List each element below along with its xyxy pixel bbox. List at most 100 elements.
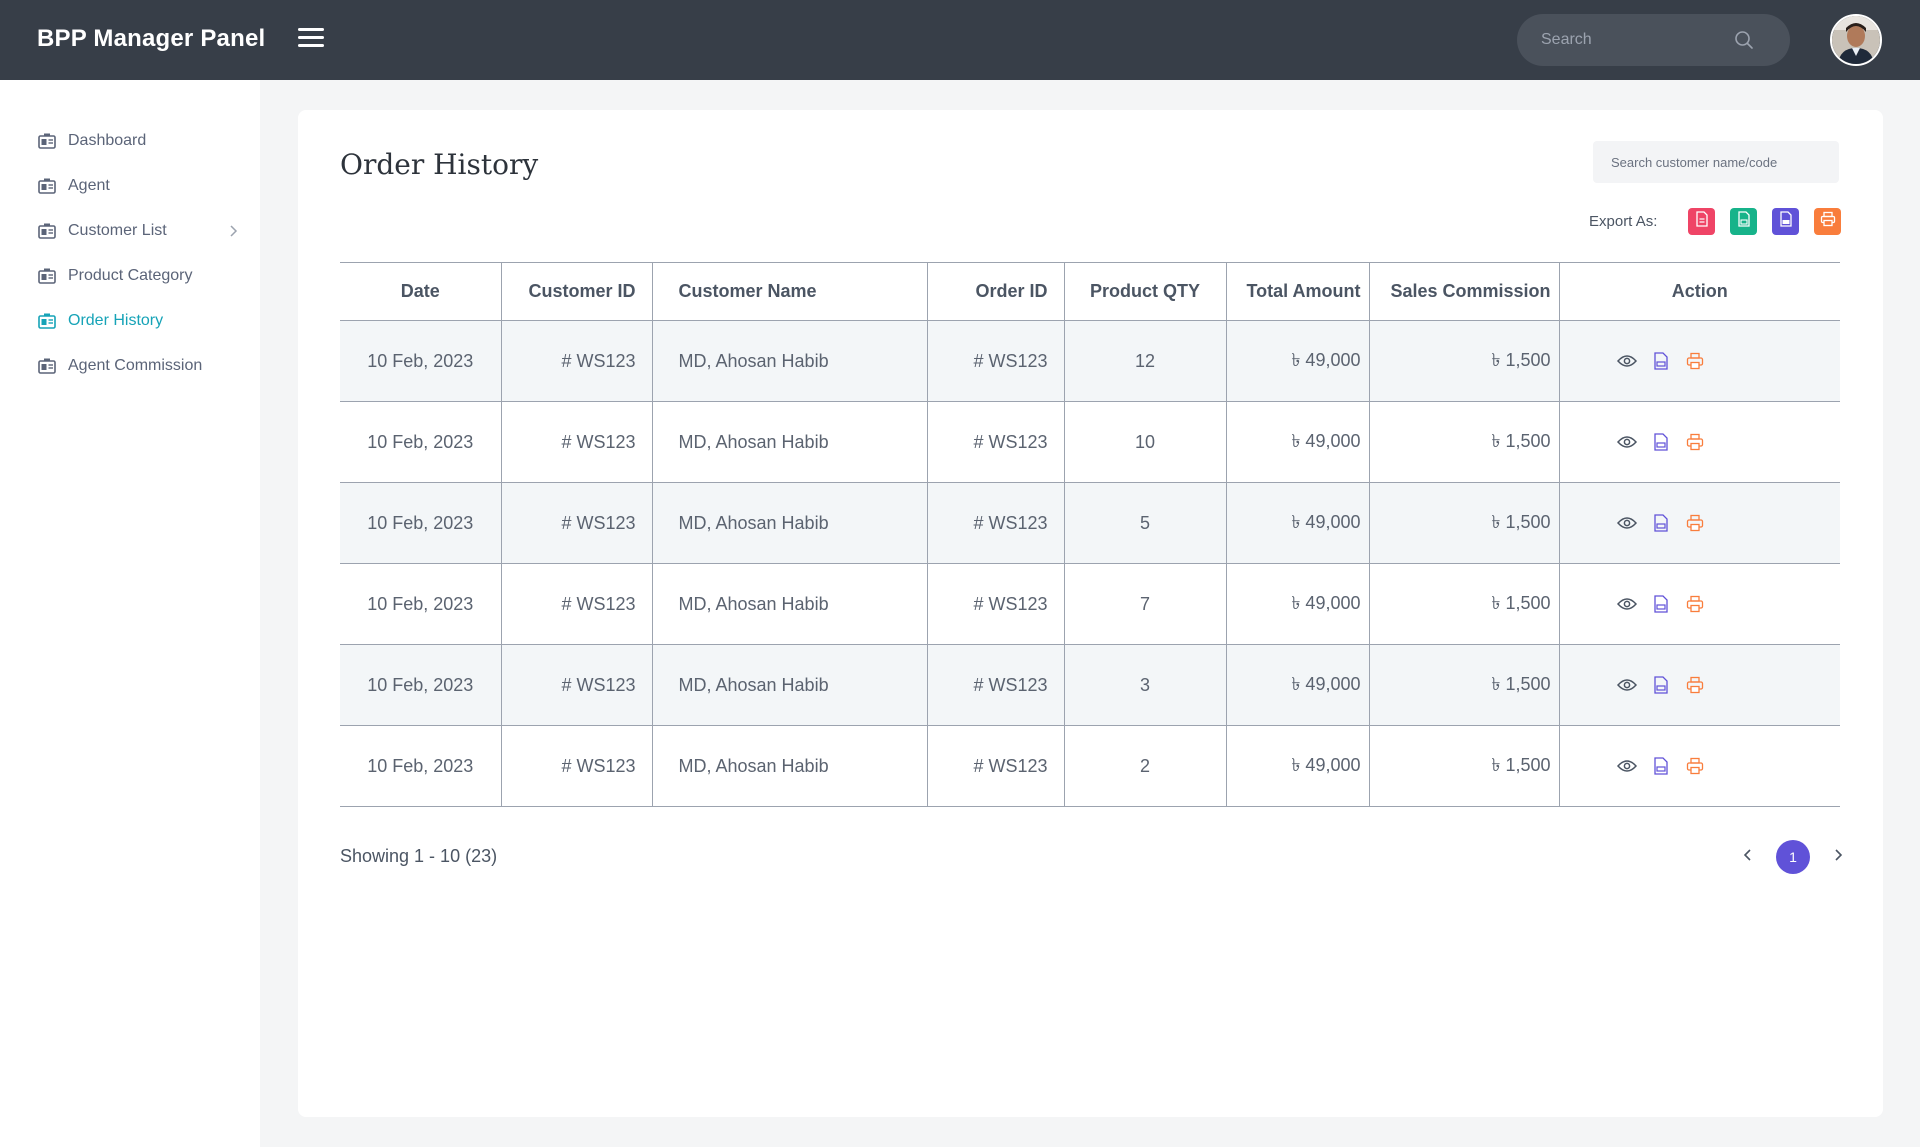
cell-total-amount: ৳ 49,000: [1226, 401, 1370, 483]
cell-customer-id: # WS123: [501, 482, 653, 564]
print-icon[interactable]: [1684, 431, 1706, 453]
order-history-card: Order History Export As: Date: [298, 110, 1883, 1117]
row-actions: [1570, 512, 1831, 534]
page-number-button[interactable]: 1: [1776, 840, 1810, 874]
search-icon[interactable]: [1734, 30, 1754, 55]
print-icon[interactable]: [1684, 350, 1706, 372]
user-avatar[interactable]: [1830, 14, 1882, 66]
cell-order-id: # WS123: [927, 482, 1065, 564]
header-search-input[interactable]: [1541, 31, 1731, 49]
cell-sales-commission: ৳ 1,500: [1369, 320, 1560, 402]
export-bar: Export As:: [1589, 208, 1842, 235]
cell-date: 10 Feb, 2023: [340, 725, 502, 807]
row-actions: [1570, 593, 1831, 615]
invoice-icon[interactable]: [1650, 593, 1672, 615]
header-search: [1517, 14, 1790, 66]
id-card-icon: [38, 313, 56, 329]
customer-search-input[interactable]: [1593, 141, 1839, 183]
view-icon[interactable]: [1616, 512, 1638, 534]
view-icon[interactable]: [1616, 593, 1638, 615]
cell-product-qty: 10: [1064, 401, 1227, 483]
cell-sales-commission: ৳ 1,500: [1369, 563, 1560, 645]
export-pdf-button[interactable]: [1688, 208, 1716, 235]
export-excel-button[interactable]: [1730, 208, 1758, 235]
id-card-icon: [38, 178, 56, 194]
chevron-right-icon: [228, 224, 238, 242]
invoice-icon[interactable]: [1650, 431, 1672, 453]
table-body: 10 Feb, 2023 # WS123 MD, Ahosan Habib # WS1…: [340, 320, 1840, 807]
table-header-row: Date Customer ID Customer Name Order ID …: [340, 262, 1840, 321]
prev-page-button[interactable]: [1738, 847, 1758, 867]
cell-customer-id: # WS123: [501, 563, 653, 645]
cell-sales-commission: ৳ 1,500: [1369, 644, 1560, 726]
table-row: 10 Feb, 2023 # WS123 MD, Ahosan Habib # WS1…: [340, 482, 1840, 564]
cell-action: [1559, 644, 1840, 726]
export-print-button[interactable]: [1814, 208, 1842, 235]
column-header-total-amount[interactable]: Total Amount: [1226, 262, 1370, 321]
cell-order-id: # WS123: [927, 320, 1065, 402]
cell-sales-commission: ৳ 1,500: [1369, 482, 1560, 564]
sidebar-item-order-history[interactable]: Order History: [38, 308, 238, 334]
menu-toggle-icon[interactable]: [298, 28, 324, 50]
column-header-order-id[interactable]: Order ID: [927, 262, 1065, 321]
table-row: 10 Feb, 2023 # WS123 MD, Ahosan Habib # WS1…: [340, 401, 1840, 483]
table-row: 10 Feb, 2023 # WS123 MD, Ahosan Habib # WS1…: [340, 725, 1840, 807]
column-header-customer-name[interactable]: Customer Name: [652, 262, 928, 321]
cell-order-id: # WS123: [927, 725, 1065, 807]
view-icon[interactable]: [1616, 350, 1638, 372]
cell-customer-id: # WS123: [501, 725, 653, 807]
print-icon[interactable]: [1684, 674, 1706, 696]
app-title: BPP Manager Panel: [37, 25, 266, 52]
cell-action: [1559, 482, 1840, 564]
sidebar-item-label: Dashboard: [68, 132, 147, 149]
view-icon[interactable]: [1616, 674, 1638, 696]
cell-total-amount: ৳ 49,000: [1226, 320, 1370, 402]
column-header-product-qty[interactable]: Product QTY: [1064, 262, 1227, 321]
cell-customer-id: # WS123: [501, 644, 653, 726]
cell-order-id: # WS123: [927, 563, 1065, 645]
print-icon[interactable]: [1684, 755, 1706, 777]
sidebar-item-product-category[interactable]: Product Category: [38, 263, 238, 289]
cell-order-id: # WS123: [927, 401, 1065, 483]
cell-total-amount: ৳ 49,000: [1226, 725, 1370, 807]
sidebar-item-label: Agent Commission: [68, 357, 203, 374]
row-actions: [1570, 674, 1831, 696]
invoice-icon[interactable]: [1650, 755, 1672, 777]
invoice-icon[interactable]: [1650, 674, 1672, 696]
column-header-sales-commission[interactable]: Sales Commission: [1369, 262, 1560, 321]
cell-customer-name: MD, Ahosan Habib: [652, 644, 928, 726]
cell-customer-name: MD, Ahosan Habib: [652, 401, 928, 483]
export-csv-button[interactable]: [1772, 208, 1800, 235]
cell-order-id: # WS123: [927, 644, 1065, 726]
cell-product-qty: 2: [1064, 725, 1227, 807]
page-title: Order History: [340, 148, 539, 181]
id-card-icon: [38, 358, 56, 374]
cell-customer-id: # WS123: [501, 401, 653, 483]
column-header-customer-id[interactable]: Customer ID: [501, 262, 653, 321]
cell-product-qty: 12: [1064, 320, 1227, 402]
cell-total-amount: ৳ 49,000: [1226, 482, 1370, 564]
cell-customer-id: # WS123: [501, 320, 653, 402]
chevron-right-icon: [1833, 848, 1843, 866]
sidebar-item-label: Customer List: [68, 222, 167, 239]
sidebar-item-customer-list[interactable]: Customer List: [38, 218, 238, 244]
cell-action: [1559, 725, 1840, 807]
sidebar-item-label: Order History: [68, 312, 164, 329]
sidebar: Dashboard Agent Customer List Product Ca…: [0, 80, 260, 1147]
pagination: 1: [1738, 840, 1848, 874]
sidebar-item-agent-commission[interactable]: Agent Commission: [38, 353, 238, 379]
column-header-date[interactable]: Date: [340, 262, 502, 321]
cell-customer-name: MD, Ahosan Habib: [652, 320, 928, 402]
print-icon[interactable]: [1684, 593, 1706, 615]
sidebar-item-dashboard[interactable]: Dashboard: [38, 128, 238, 154]
print-icon[interactable]: [1684, 512, 1706, 534]
next-page-button[interactable]: [1828, 847, 1848, 867]
invoice-icon[interactable]: [1650, 350, 1672, 372]
cell-product-qty: 5: [1064, 482, 1227, 564]
invoice-icon[interactable]: [1650, 512, 1672, 534]
sidebar-item-agent[interactable]: Agent: [38, 173, 238, 199]
view-icon[interactable]: [1616, 431, 1638, 453]
view-icon[interactable]: [1616, 755, 1638, 777]
csv-icon: [1779, 211, 1793, 232]
cell-date: 10 Feb, 2023: [340, 320, 502, 402]
